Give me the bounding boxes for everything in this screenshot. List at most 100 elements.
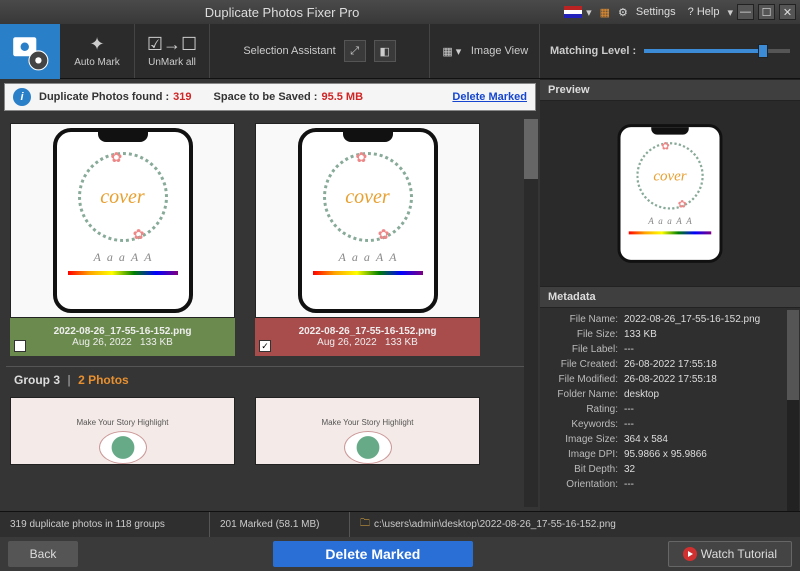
metadata-key: Keywords: xyxy=(544,419,624,430)
wreath-graphic: cover xyxy=(78,152,168,242)
photo-card[interactable]: cover AaaAA ✓ 2022-08-26_17-55-16-152.pn… xyxy=(255,123,480,356)
maximize-button[interactable]: ☐ xyxy=(758,4,775,20)
metadata-key: File Label: xyxy=(544,344,624,355)
photo-card[interactable]: cover AaaAA 2022-08-26_17-55-16-152.png … xyxy=(10,123,235,356)
back-button[interactable]: Back xyxy=(8,541,78,567)
help-dropdown-icon[interactable]: ▾ xyxy=(727,6,733,19)
watch-tutorial-button[interactable]: Watch Tutorial xyxy=(668,541,792,567)
info-icon: i xyxy=(13,88,31,106)
app-logo xyxy=(0,24,60,79)
results-scroll[interactable]: cover AaaAA 2022-08-26_17-55-16-152.png … xyxy=(0,115,540,511)
phone-notch xyxy=(98,132,148,142)
checkbox[interactable]: ✓ xyxy=(259,340,271,352)
info-bar: i Duplicate Photos found : 319 Space to … xyxy=(4,83,536,111)
app-title: Duplicate Photos Fixer Pro xyxy=(4,5,560,20)
photo-thumbnail: cover AaaAA xyxy=(255,123,480,318)
scrollbar-thumb[interactable] xyxy=(524,119,538,179)
photo-caption-original: 2022-08-26_17-55-16-152.png Aug 26, 2022… xyxy=(10,318,235,356)
auto-mark-label: Auto Mark xyxy=(74,57,120,68)
color-bar xyxy=(629,231,712,234)
gear-icon: ⚙ xyxy=(618,6,628,19)
metadata-value: 32 xyxy=(624,464,635,475)
language-flag-icon[interactable] xyxy=(564,6,582,18)
slider-thumb[interactable] xyxy=(758,44,768,58)
metadata-scrollbar[interactable] xyxy=(787,310,799,511)
image-view-section: ▦ ▾ Image View xyxy=(430,24,540,78)
select-low-res-button[interactable]: ⤢ xyxy=(344,40,366,62)
folder-icon: 🗀 xyxy=(360,516,370,533)
photo-meta: Aug 26, 2022 133 KB xyxy=(72,337,173,348)
slider-fill xyxy=(644,49,758,53)
found-count: 319 xyxy=(173,91,191,103)
group-header: Group 3 | 2 Photos xyxy=(6,366,534,393)
photo-caption-duplicate: ✓ 2022-08-26_17-55-16-152.png Aug 26, 20… xyxy=(255,318,480,356)
detail-pane: Preview cover AaaAA Metadata File Name:2… xyxy=(540,79,800,511)
delete-marked-button[interactable]: Delete Marked xyxy=(273,541,473,567)
cover-text: cover xyxy=(100,186,144,209)
space-value: 95.5 MB xyxy=(321,91,363,103)
toolbar: ✦ Auto Mark ☑→☐ UnMark all Selection Ass… xyxy=(0,24,800,79)
metadata-row: File Label:--- xyxy=(544,342,792,357)
phone-notch xyxy=(651,127,689,135)
image-view-label: Image View xyxy=(471,45,528,57)
results-scrollbar[interactable] xyxy=(524,119,538,507)
color-bar xyxy=(68,271,178,275)
select-eraser-button[interactable]: ◧ xyxy=(374,40,396,62)
font-row: AaaAA xyxy=(93,250,151,265)
minimize-button[interactable]: — xyxy=(737,4,754,20)
selection-label: Selection Assistant xyxy=(243,45,335,57)
checkbox[interactable] xyxy=(14,340,26,352)
metadata-key: Orientation: xyxy=(544,479,624,490)
metadata-key: File Modified: xyxy=(544,374,624,385)
phone-mockup: cover AaaAA xyxy=(298,128,438,313)
font-row: AaaAA xyxy=(338,250,396,265)
metadata-value: --- xyxy=(624,344,634,355)
dropdown-icon[interactable]: ▾ xyxy=(586,6,592,19)
metadata-value: --- xyxy=(624,404,634,415)
play-icon xyxy=(683,547,697,561)
close-button[interactable]: ✕ xyxy=(779,4,796,20)
matching-slider[interactable] xyxy=(644,49,790,53)
photo-filename: 2022-08-26_17-55-16-152.png xyxy=(54,326,192,337)
status-path-cell: 🗀 c:\users\admin\desktop\2022-08-26_17-5… xyxy=(350,512,800,537)
group-label: Group 3 xyxy=(14,373,60,387)
image-view-button[interactable]: ▦ ▾ xyxy=(441,40,463,62)
auto-mark-button[interactable]: ✦ Auto Mark xyxy=(60,24,135,78)
help-menu[interactable]: ? Help xyxy=(684,6,724,18)
metadata-key: Folder Name: xyxy=(544,389,624,400)
wand-icon: ✦ xyxy=(89,34,104,55)
preview-phone: cover AaaAA xyxy=(618,124,723,263)
metadata-row: Rating:--- xyxy=(544,402,792,417)
metadata-value: 2022-08-26_17-55-16-152.png xyxy=(624,314,760,325)
unmark-all-button[interactable]: ☑→☐ UnMark all xyxy=(135,24,210,78)
status-marked: 201 Marked (58.1 MB) xyxy=(210,512,350,537)
eraser-icon: ◧ xyxy=(379,45,389,58)
preview-header: Preview xyxy=(540,79,800,101)
story-title: Make Your Story Highlight xyxy=(76,418,168,427)
phone-notch xyxy=(343,132,393,142)
preview-area: cover AaaAA xyxy=(540,101,800,286)
promo-icon[interactable]: ▦ xyxy=(600,6,610,19)
metadata-key: File Size: xyxy=(544,329,624,340)
photo-thumbnail-partial[interactable]: Make Your Story Highlight xyxy=(10,397,235,465)
settings-menu[interactable]: Settings xyxy=(632,6,680,18)
photo-thumbnail-partial[interactable]: Make Your Story Highlight xyxy=(255,397,480,465)
titlebar: Duplicate Photos Fixer Pro ▾ ▦ ⚙ Setting… xyxy=(0,0,800,24)
metadata-value: 95.9866 x 95.9866 xyxy=(624,449,707,460)
scrollbar-thumb[interactable] xyxy=(787,310,799,400)
metadata-value: 26-08-2022 17:55:18 xyxy=(624,359,717,370)
photo-group-2: Make Your Story Highlight Make Your Stor… xyxy=(6,393,534,469)
delete-marked-link[interactable]: Delete Marked xyxy=(452,91,527,103)
metadata-row: Folder Name:desktop xyxy=(544,387,792,402)
photo-filename: 2022-08-26_17-55-16-152.png xyxy=(299,326,437,337)
metadata-row: Image DPI:95.9866 x 95.9866 xyxy=(544,447,792,462)
watch-label: Watch Tutorial xyxy=(701,547,777,561)
metadata-row: File Created:26-08-2022 17:55:18 xyxy=(544,357,792,372)
metadata-value: --- xyxy=(624,479,634,490)
metadata-key: File Name: xyxy=(544,314,624,325)
metadata-key: Rating: xyxy=(544,404,624,415)
story-title: Make Your Story Highlight xyxy=(321,418,413,427)
metadata-row: Image Size:364 x 584 xyxy=(544,432,792,447)
unmark-icon: ☑→☐ xyxy=(147,34,197,55)
matching-level-section: Matching Level : xyxy=(540,24,800,78)
